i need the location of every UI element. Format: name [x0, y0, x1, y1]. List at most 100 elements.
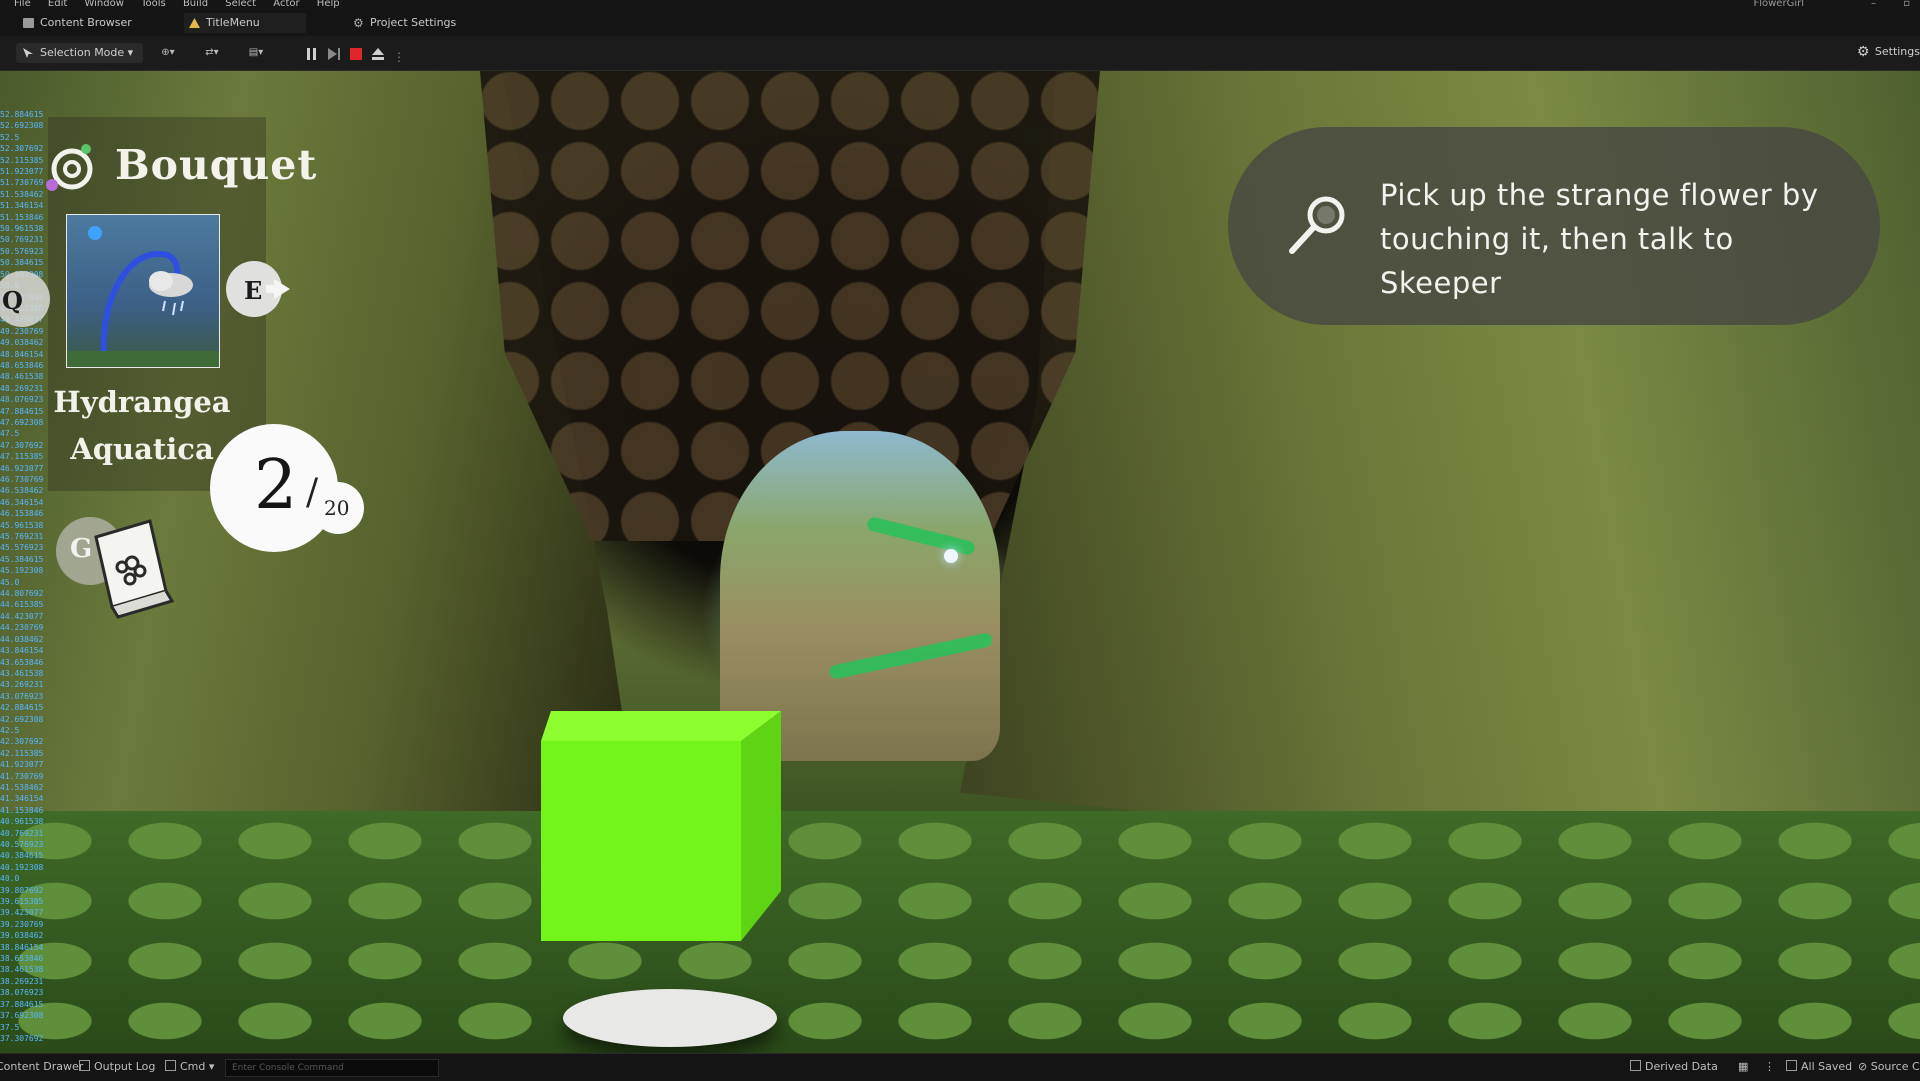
debug-value: 40.769231: [0, 828, 44, 838]
debug-value: 48.076923: [0, 395, 44, 405]
debug-value: 48.653846: [0, 360, 44, 370]
source-control-button[interactable]: ⊘ Source Control: [1858, 1054, 1920, 1080]
flower-name-line1: Hydrangea: [53, 385, 231, 419]
open-book-button[interactable]: G: [54, 507, 174, 627]
game-viewport[interactable]: 52.884615 52.692308 52.5 52.307692 52.115385…: [0, 71, 1920, 1053]
cube-front-face: [541, 741, 741, 941]
more-icon[interactable]: ⋮: [1764, 1054, 1775, 1080]
debug-value: 40.0: [0, 874, 20, 884]
menu-window[interactable]: Window: [84, 0, 123, 9]
minimize-icon[interactable]: –: [1871, 0, 1876, 9]
total-count: 20: [324, 496, 350, 520]
previous-flower-button[interactable]: Q: [0, 267, 56, 331]
derived-data-button[interactable]: Derived Data: [1630, 1054, 1718, 1080]
debug-value: 40.961538: [0, 817, 44, 827]
menu-tools[interactable]: Tools: [141, 0, 166, 9]
debug-value: 37.307692: [0, 1033, 44, 1043]
content-drawer-button[interactable]: Content Drawer: [0, 1054, 83, 1080]
debug-value: 42.115385: [0, 748, 44, 758]
output-log-button[interactable]: Output Log: [79, 1054, 155, 1080]
objective-hint: Pick up the strange flower by touching i…: [1228, 127, 1880, 325]
debug-value: 47.692308: [0, 417, 44, 427]
debug-value: 41.730769: [0, 771, 44, 781]
all-saved-label: All Saved: [1801, 1060, 1853, 1073]
debug-value: 38.076923: [0, 988, 44, 998]
debug-value: 50.576923: [0, 246, 44, 256]
debug-value: 48.461538: [0, 372, 44, 382]
q-key-label: Q: [2, 286, 23, 315]
tab-titlemenu[interactable]: TitleMenu: [184, 13, 306, 33]
source-control-label: Source Control: [1870, 1060, 1920, 1073]
strange-flower-sparkle[interactable]: [944, 549, 958, 563]
clapper-icon: ▤▾: [248, 47, 264, 58]
menu-edit[interactable]: Edit: [48, 0, 67, 9]
step-icon: [328, 48, 340, 60]
settings-button[interactable]: ⚙ Settings: [1857, 45, 1920, 59]
flower-card[interactable]: [66, 214, 220, 368]
debug-value: 43.076923: [0, 691, 44, 701]
debug-value: 45.384615: [0, 554, 44, 564]
debug-value: 38.846154: [0, 942, 44, 952]
add-actor-button[interactable]: ⊕▾: [154, 45, 182, 61]
gear-icon: ⚙: [353, 16, 364, 30]
collected-count: 2: [254, 446, 298, 525]
debug-value: 46.153846: [0, 509, 44, 519]
blueprint-button[interactable]: ⇄▾: [198, 45, 226, 61]
all-saved-button[interactable]: All Saved: [1786, 1054, 1852, 1080]
debug-value: 52.5: [0, 132, 20, 142]
debug-value: 41.923077: [0, 760, 44, 770]
tab-project-settings[interactable]: ⚙ Project Settings: [348, 13, 490, 33]
counter-slash: /: [306, 472, 319, 513]
debug-value: 47.5: [0, 429, 20, 439]
database-icon: [1630, 1060, 1641, 1071]
debug-value: 43.653846: [0, 657, 44, 667]
debug-value: 52.692308: [0, 121, 44, 131]
debug-value: 52.307692: [0, 144, 44, 154]
stop-icon: [350, 48, 362, 60]
cmd-label: Cmd: [180, 1060, 206, 1073]
more-options-button[interactable]: ⋮: [393, 46, 407, 64]
console-input[interactable]: Enter Console Command: [225, 1059, 439, 1077]
revision-control-icon[interactable]: ▦: [1738, 1054, 1748, 1080]
debug-value: 42.884615: [0, 703, 44, 713]
menu-help[interactable]: Help: [317, 0, 340, 9]
cube-top-face: [541, 711, 781, 741]
tab-content-browser[interactable]: Content Browser: [18, 13, 158, 33]
debug-value: 46.730769: [0, 475, 44, 484]
debug-value: 51.153846: [0, 212, 44, 222]
debug-value: 49.038462: [0, 338, 44, 348]
eject-button[interactable]: [371, 46, 385, 60]
debug-value: 39.230769: [0, 919, 44, 929]
pause-button[interactable]: [305, 46, 319, 60]
menu-file[interactable]: File: [14, 0, 31, 9]
debug-value: 48.846154: [0, 349, 44, 359]
chevron-down-icon: ▾: [127, 46, 134, 59]
clover-ground: [0, 811, 1920, 1053]
debug-value: 41.538462: [0, 782, 44, 792]
debug-value: 45.576923: [0, 543, 44, 553]
menu-actor[interactable]: Actor: [273, 0, 299, 9]
selection-mode-dropdown[interactable]: Selection Mode ▾: [16, 43, 144, 63]
stop-button[interactable]: [349, 46, 363, 60]
step-button[interactable]: [327, 46, 341, 60]
debug-value: 51.923077: [0, 167, 44, 177]
debug-value: 40.384615: [0, 851, 44, 861]
debug-value: 40.576923: [0, 840, 44, 849]
pause-icon: [307, 48, 316, 60]
debug-value: 38.269231: [0, 976, 44, 986]
menu-select[interactable]: Select: [225, 0, 256, 9]
project-name: FlowerGirl: [1753, 0, 1804, 9]
next-flower-button[interactable]: E: [226, 257, 292, 321]
cmd-dropdown[interactable]: Cmd ▾: [165, 1054, 214, 1080]
menu-build[interactable]: Build: [183, 0, 208, 9]
maximize-icon[interactable]: ▫: [1903, 0, 1910, 9]
flower-name: Hydrangea Aquatica: [52, 379, 232, 473]
tab-label: Content Browser: [40, 16, 132, 29]
debug-value: 52.884615: [0, 110, 44, 119]
debug-value: 44.615385: [0, 600, 44, 610]
debug-value: 50.961538: [0, 224, 44, 234]
debug-value: 39.615385: [0, 897, 44, 907]
debug-value: 44.423077: [0, 611, 44, 621]
player-base-disc: [563, 989, 777, 1047]
cinematics-button[interactable]: ▤▾: [242, 45, 270, 61]
